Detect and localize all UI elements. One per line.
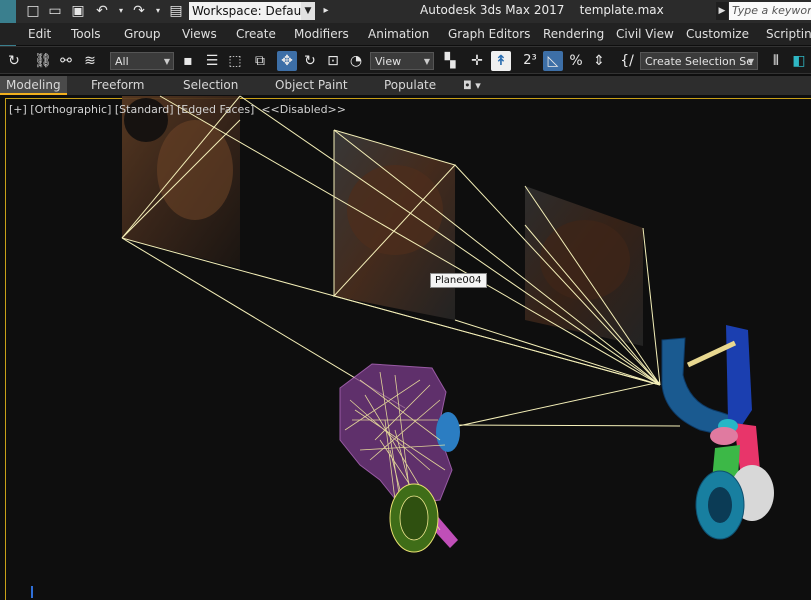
camera-rig-left[interactable] bbox=[339, 363, 460, 553]
image-plane-3[interactable] bbox=[525, 186, 643, 346]
viewport-label[interactable]: [+] [Orthographic] [Standard] [Edged Fac… bbox=[9, 103, 346, 116]
image-plane-2[interactable] bbox=[334, 130, 455, 320]
viewport-scene[interactable] bbox=[0, 0, 811, 600]
camera-rig-right[interactable] bbox=[661, 325, 774, 540]
object-tooltip: Plane004 bbox=[430, 273, 487, 288]
image-plane-1[interactable] bbox=[122, 96, 240, 268]
